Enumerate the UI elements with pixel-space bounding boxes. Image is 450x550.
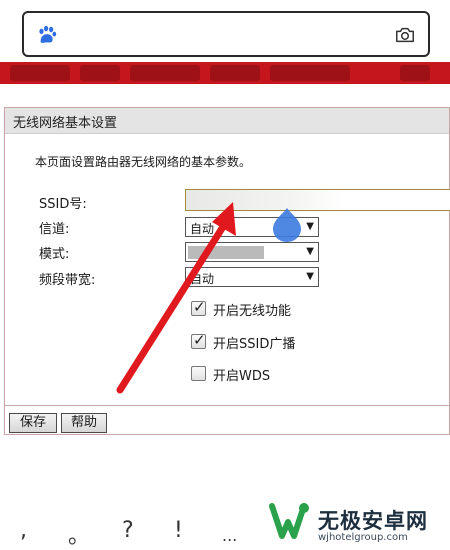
exclamation-key[interactable]: ! — [174, 518, 183, 543]
dropdown-arrow-icon: ▼ — [306, 221, 314, 232]
save-button[interactable]: 保存 — [9, 413, 57, 433]
check-icon: ✓ — [193, 331, 206, 349]
help-button[interactable]: 帮助 — [61, 413, 107, 433]
checkbox-label: 开启WDS — [213, 369, 271, 384]
search-input[interactable] — [68, 21, 398, 49]
checkbox[interactable] — [191, 366, 206, 381]
channel-label: 信道: — [39, 222, 70, 237]
dropdown-arrow-icon: ▼ — [306, 271, 314, 282]
ellipsis-key[interactable]: ... — [222, 526, 237, 545]
check-icon: ✓ — [193, 298, 206, 316]
search-bar[interactable] — [22, 11, 430, 57]
question-key[interactable]: ? — [122, 518, 134, 543]
ssid-label: SSID号: — [39, 197, 87, 212]
camera-icon[interactable] — [394, 24, 416, 46]
period-key[interactable]: 。 — [68, 518, 90, 550]
bandwidth-select[interactable]: 自动 ▼ — [185, 267, 319, 287]
bandwidth-value: 自动 — [190, 272, 215, 286]
checkbox-label: 开启无线功能 — [213, 304, 292, 319]
channel-select[interactable]: 自动 ▼ — [185, 217, 319, 237]
mode-label: 模式: — [39, 247, 70, 262]
wireless-settings-panel: 无线网络基本设置 本页面设置路由器无线网络的基本参数。 SSID号: 信道: 模… — [4, 107, 450, 435]
channel-value: 自动 — [190, 222, 215, 236]
checkbox-label: 开启SSID广播 — [213, 337, 296, 352]
panel-description: 本页面设置路由器无线网络的基本参数。 — [35, 155, 252, 169]
mode-select[interactable]: ▼ — [185, 242, 319, 262]
comma-key[interactable]: , — [20, 518, 27, 543]
checkbox[interactable]: ✓ — [191, 331, 206, 349]
watermark-url: wjhotelgroup.com — [318, 532, 408, 543]
watermark-logo-icon — [269, 503, 309, 539]
red-banner — [0, 62, 450, 84]
bandwidth-label: 频段带宽: — [39, 273, 96, 288]
ssid-input[interactable] — [185, 189, 450, 211]
dropdown-arrow-icon: ▼ — [306, 246, 314, 257]
watermark-name: 无极安卓网 — [318, 509, 428, 533]
panel-header: 无线网络基本设置 — [5, 108, 449, 134]
redacted-mode-value — [188, 246, 264, 259]
paw-icon[interactable] — [36, 24, 58, 46]
panel-title: 无线网络基本设置 — [13, 116, 118, 131]
checkbox[interactable]: ✓ — [191, 298, 206, 316]
